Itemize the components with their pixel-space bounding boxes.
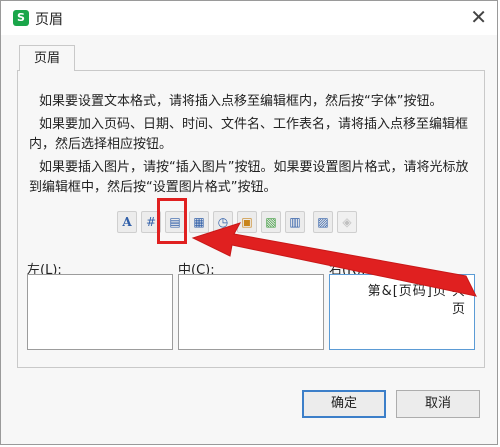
dialog-title: 页眉	[35, 12, 63, 28]
instruction-text-2: 如果要加入页码、日期、时间、文件名、工作表名，请将插入点移至编辑框内，然后选择相…	[29, 117, 469, 152]
app-icon: S	[13, 10, 29, 26]
file-path-icon[interactable]: ▣	[237, 211, 257, 233]
instruction-text-3: 如果要插入图片，请按“插入图片”按钮。如果要设置图片格式，请将光标放到编辑框中，…	[29, 160, 469, 195]
right-section-field[interactable]: 第&[页码]页 共 页	[329, 274, 475, 350]
highlight-box	[157, 198, 187, 244]
center-section-field[interactable]	[178, 274, 324, 350]
title-bar: S 页眉 ✕	[1, 1, 497, 35]
header-dialog: S 页眉 ✕ 页眉 如果要设置文本格式，请将插入点移至编辑框内，然后按“字体”按…	[0, 0, 498, 445]
time-icon[interactable]: ◷	[213, 211, 233, 233]
font-icon[interactable]: A	[117, 211, 137, 233]
sheet-name-icon[interactable]: ▥	[285, 211, 305, 233]
date-icon[interactable]: ▦	[189, 211, 209, 233]
right-section-value: 第&[页码]页 共 页	[368, 283, 466, 319]
right-section-value-line1: 第&[页码]页 共	[367, 284, 466, 299]
right-section-value-line2: 页	[451, 302, 466, 317]
format-picture-icon[interactable]: ◈	[337, 211, 357, 233]
instruction-text-1: 如果要设置文本格式，请将插入点移至编辑框内，然后按“字体”按钮。	[39, 94, 443, 109]
insert-picture-icon[interactable]: ▨	[313, 211, 333, 233]
file-name-icon[interactable]: ▧	[261, 211, 281, 233]
left-section-field[interactable]	[27, 274, 173, 350]
cancel-button[interactable]: 取消	[396, 390, 480, 418]
ok-button[interactable]: 确定	[302, 390, 386, 418]
close-icon[interactable]: ✕	[470, 5, 487, 29]
tab-header[interactable]: 页眉	[19, 45, 75, 71]
